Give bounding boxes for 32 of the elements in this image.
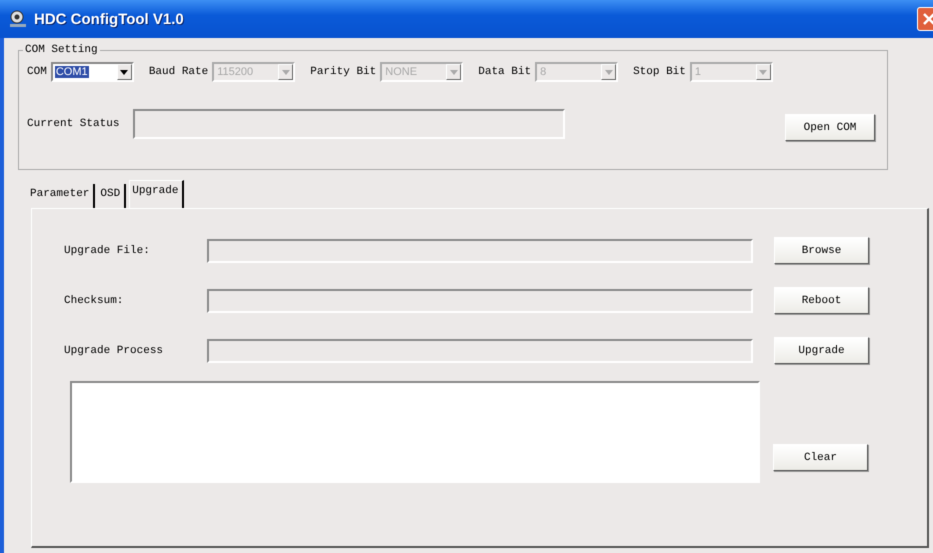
clear-button[interactable]: Clear	[773, 444, 868, 471]
field-label: Stop Bit	[633, 66, 686, 78]
action-button[interactable]: Reboot	[774, 287, 869, 314]
webcam-icon	[8, 10, 28, 28]
text-field[interactable]	[207, 238, 753, 262]
close-icon	[923, 13, 933, 25]
window-title: HDC ConfigTool V1.0	[34, 10, 184, 28]
field-label: Baud Rate	[148, 66, 208, 78]
caret-icon	[282, 70, 290, 74]
field-label: Checksum:	[64, 294, 124, 306]
status-field[interactable]	[133, 108, 566, 138]
open-com-button[interactable]: Open COM	[785, 114, 875, 141]
field-label: Parity Bit	[310, 66, 376, 78]
field-label: Data Bit	[478, 66, 532, 78]
dropdown[interactable]: COM1	[50, 62, 134, 82]
group-title: COM Setting	[24, 44, 99, 56]
action-button[interactable]: Browse	[774, 237, 869, 264]
caret-icon	[604, 70, 613, 74]
caret-icon	[120, 70, 128, 74]
text-field[interactable]	[207, 288, 753, 312]
caret-icon	[759, 70, 768, 74]
tab[interactable]: OSD	[98, 184, 126, 208]
text-field[interactable]	[207, 338, 753, 362]
action-button[interactable]: Upgrade	[774, 337, 869, 364]
field-label: Upgrade File:	[64, 244, 151, 256]
field-label: COM	[27, 66, 47, 78]
tab[interactable]: Upgrade	[129, 180, 184, 208]
tab[interactable]: Parameter	[28, 184, 96, 208]
field-label: Current Status	[27, 118, 120, 130]
log-area[interactable]	[70, 381, 760, 483]
field-label: Upgrade Process	[64, 344, 164, 356]
caret-icon	[450, 70, 458, 74]
